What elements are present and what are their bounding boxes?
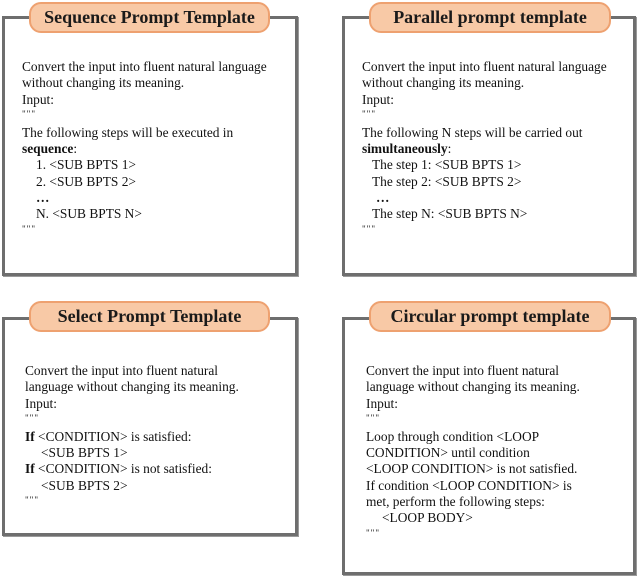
- keyword-suffix: :: [73, 141, 78, 157]
- step-item: The step 2: <SUB BPTS 2>: [372, 173, 522, 189]
- loop-line: met, perform the following steps:: [366, 494, 545, 510]
- quote-close: """: [25, 495, 40, 506]
- sequence-template-body: Convert the input into fluent natural la…: [22, 59, 267, 235]
- keyword-suffix: :: [447, 141, 452, 157]
- step-item: 2. <SUB BPTS 2>: [36, 173, 136, 189]
- quote-close: """: [22, 223, 37, 234]
- intro-line-2: without changing its meaning.: [362, 75, 525, 91]
- quote-open: """: [25, 412, 40, 423]
- branch-1: <SUB BPTS 1>: [41, 445, 128, 461]
- intro-line-2: language without changing its meaning.: [25, 379, 239, 395]
- loop-line: Loop through condition <LOOP: [366, 428, 540, 444]
- step-item: The step 1: <SUB BPTS 1>: [372, 157, 522, 173]
- select-template-title: Select Prompt Template: [29, 301, 270, 332]
- step-ellipsis: …: [376, 190, 390, 206]
- select-template-body: Convert the input into fluent natural la…: [25, 363, 239, 506]
- intro-line-1: Convert the input into fluent natural: [366, 363, 560, 378]
- sequence-template-title: Sequence Prompt Template: [29, 2, 270, 33]
- condition-not-satisfied: <CONDITION> is not satisfied:: [34, 461, 212, 477]
- input-label: Input:: [22, 91, 54, 107]
- input-label: Input:: [25, 395, 57, 411]
- keyword-sequence: sequence: [22, 141, 74, 157]
- keyword-simultaneously: simultaneously: [362, 141, 448, 157]
- loop-line: <LOOP CONDITION> is not satisfied.: [366, 461, 578, 477]
- step-ellipsis: …: [36, 190, 50, 206]
- step-item: 1. <SUB BPTS 1>: [36, 157, 136, 173]
- quote-open: """: [366, 412, 381, 423]
- branch-2: <SUB BPTS 2>: [41, 477, 128, 493]
- loop-body: <LOOP BODY>: [382, 510, 473, 526]
- step-intro: The following steps will be executed in: [22, 124, 234, 140]
- quote-open: """: [362, 108, 377, 119]
- input-label: Input:: [366, 395, 398, 411]
- parallel-template-title: Parallel prompt template: [369, 2, 611, 33]
- if-keyword: If: [25, 428, 35, 444]
- intro-line-1: Convert the input into fluent natural la…: [22, 59, 267, 74]
- input-label: Input:: [362, 91, 394, 107]
- parallel-template-body: Convert the input into fluent natural la…: [362, 59, 607, 235]
- circular-template-body: Convert the input into fluent natural la…: [366, 363, 580, 539]
- intro-line-2: language without changing its meaning.: [366, 379, 580, 395]
- quote-close: """: [366, 527, 381, 538]
- intro-line-2: without changing its meaning.: [22, 75, 185, 91]
- quote-open: """: [22, 108, 37, 119]
- circular-template-title: Circular prompt template: [369, 301, 611, 332]
- step-item: The step N: <SUB BPTS N>: [372, 206, 528, 222]
- condition-satisfied: <CONDITION> is satisfied:: [34, 428, 192, 444]
- loop-line: CONDITION> until condition: [366, 445, 530, 461]
- step-item: N. <SUB BPTS N>: [36, 206, 142, 222]
- quote-close: """: [362, 223, 377, 234]
- intro-line-1: Convert the input into fluent natural: [25, 363, 219, 378]
- loop-line: If condition <LOOP CONDITION> is: [366, 477, 572, 493]
- intro-line-1: Convert the input into fluent natural la…: [362, 59, 607, 74]
- if-keyword: If: [25, 461, 35, 477]
- step-intro: The following N steps will be carried ou…: [362, 124, 583, 140]
